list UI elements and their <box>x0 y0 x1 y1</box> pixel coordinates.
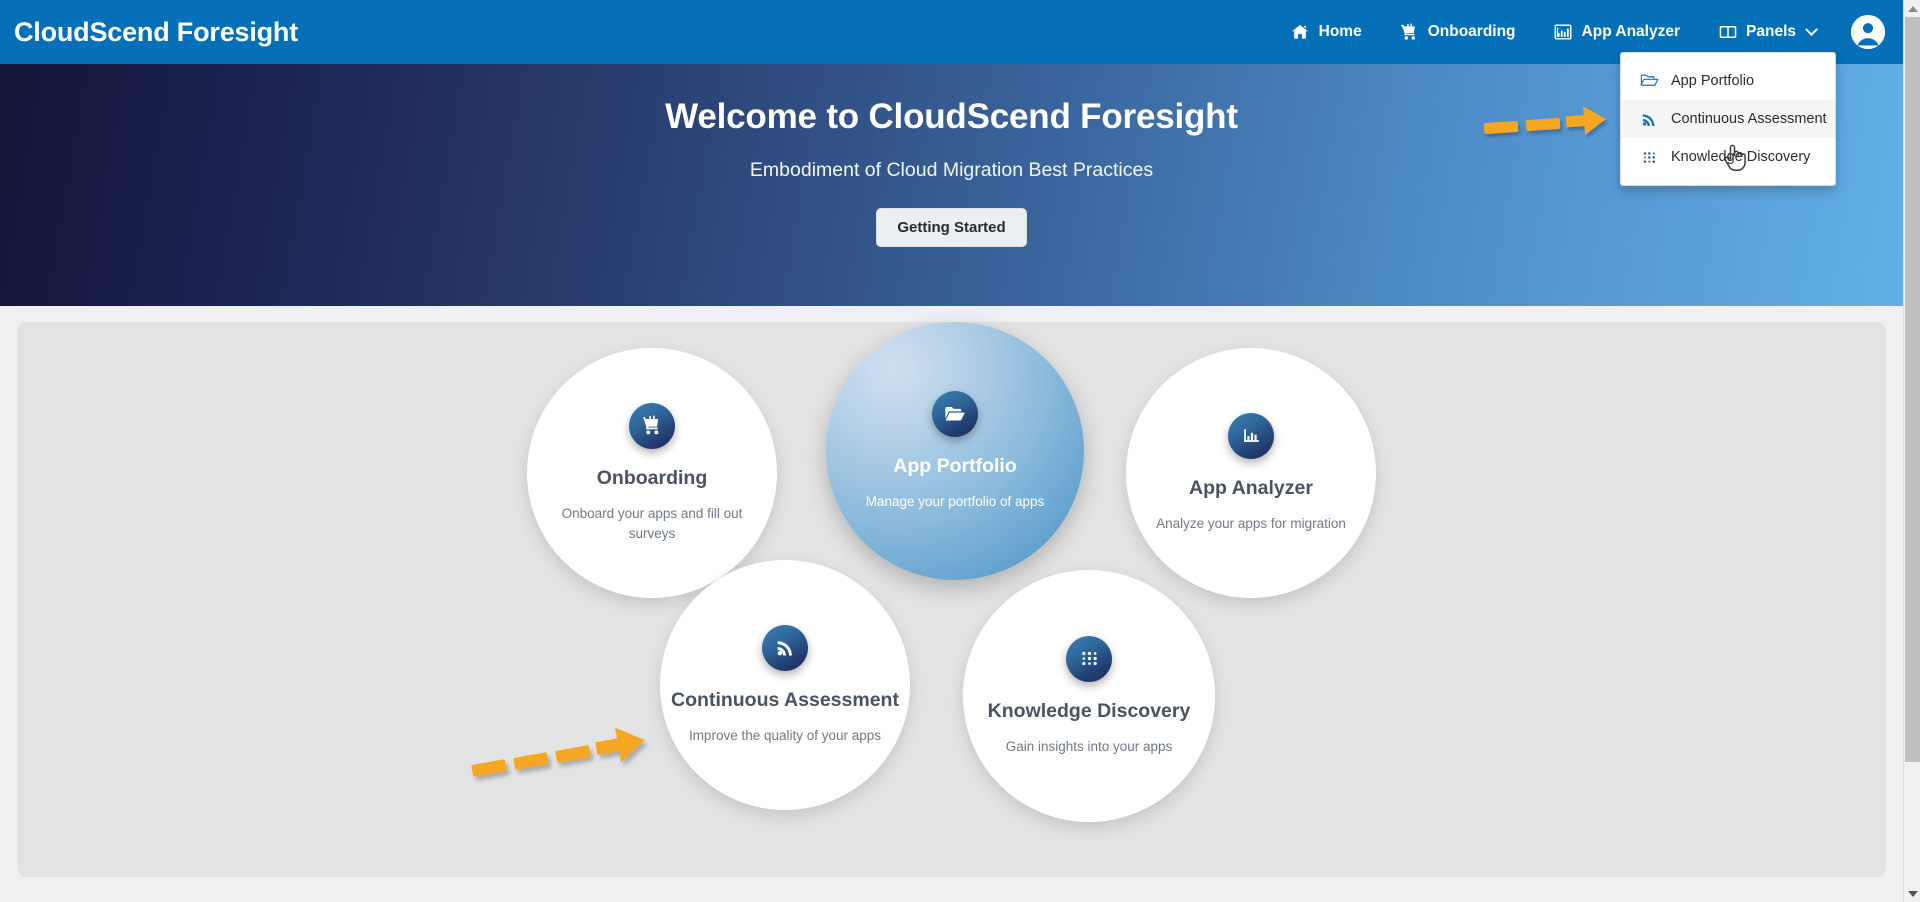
top-navbar: CloudScend Foresight Home Onboarding App… <box>0 0 1903 64</box>
nav-item-panels-label: Panels <box>1746 23 1796 41</box>
tile-knowledge-discovery-title: Knowledge Discovery <box>987 699 1191 722</box>
dropdown-item-knowledge-discovery[interactable]: Knowledge Discovery <box>1621 138 1835 176</box>
cart-icon <box>629 402 675 449</box>
dots-grid-icon <box>1066 635 1112 682</box>
panels-icon <box>1718 23 1737 42</box>
dropdown-item-app-portfolio-label: App Portfolio <box>1671 73 1755 89</box>
dropdown-item-knowledge-discovery-label: Knowledge Discovery <box>1671 149 1811 165</box>
tile-onboarding-description: Onboard your apps and fill out surveys <box>561 506 743 541</box>
home-icon <box>1291 23 1310 42</box>
tile-continuous-assessment-description: Improve the quality of your apps <box>688 727 882 743</box>
dropdown-item-app-portfolio[interactable]: App Portfolio <box>1621 62 1835 100</box>
hero-title: Welcome to CloudScend Foresight <box>665 97 1238 136</box>
nav-item-onboarding[interactable]: Onboarding <box>1381 0 1535 64</box>
app-brand-title: CloudScend Foresight <box>14 16 299 47</box>
app-root: CloudScend Foresight Home Onboarding App… <box>0 0 1920 902</box>
tile-knowledge-discovery[interactable]: Knowledge Discovery Gain insights into y… <box>963 570 1215 822</box>
bar-chart-icon <box>1554 23 1573 42</box>
folder-open-icon <box>1639 72 1659 90</box>
tile-app-analyzer-title: App Analyzer <box>1189 476 1313 499</box>
tile-continuous-assessment[interactable]: Continuous Assessment Improve the qualit… <box>660 560 910 810</box>
nav-item-app-analyzer-label: App Analyzer <box>1581 23 1681 41</box>
getting-started-button[interactable]: Getting Started <box>876 208 1027 247</box>
tile-app-portfolio-title: App Portfolio <box>893 454 1017 477</box>
bar-chart-icon <box>1228 412 1274 459</box>
rss-icon <box>1639 110 1659 128</box>
page-scrollbar[interactable] <box>1903 0 1920 902</box>
scroll-down-icon <box>1907 890 1918 897</box>
scrollbar-thumb[interactable] <box>1905 17 1920 762</box>
dots-grid-icon <box>1639 148 1659 166</box>
scroll-up-button[interactable] <box>1904 0 1920 17</box>
dropdown-item-continuous-assessment-label: Continuous Assessment <box>1671 111 1827 127</box>
scroll-down-button[interactable] <box>1904 885 1920 902</box>
user-avatar-icon <box>1851 15 1885 49</box>
tile-onboarding-title: Onboarding <box>596 466 708 489</box>
tile-app-portfolio[interactable]: App Portfolio Manage your portfolio of a… <box>826 322 1084 580</box>
tile-continuous-assessment-title: Continuous Assessment <box>671 688 899 711</box>
hero-subtitle: Embodiment of Cloud Migration Best Pract… <box>749 159 1154 181</box>
nav-item-home[interactable]: Home <box>1272 0 1381 64</box>
module-tiles: Onboarding Onboard your apps and fill ou… <box>0 322 1903 882</box>
user-avatar-button[interactable] <box>1851 15 1885 49</box>
nav-item-home-label: Home <box>1318 23 1362 41</box>
cart-icon <box>1400 23 1419 42</box>
folder-open-icon <box>932 390 978 437</box>
scroll-up-icon <box>1907 5 1918 12</box>
tile-app-analyzer-description: Analyze your apps for migration <box>1156 515 1346 531</box>
tile-onboarding[interactable]: Onboarding Onboard your apps and fill ou… <box>527 348 777 598</box>
nav-item-onboarding-label: Onboarding <box>1427 23 1516 41</box>
rss-icon <box>762 624 808 671</box>
dropdown-item-continuous-assessment[interactable]: Continuous Assessment <box>1621 100 1835 138</box>
hero-banner: Welcome to CloudScend Foresight Embodime… <box>0 64 1903 306</box>
tile-app-portfolio-description: Manage your portfolio of apps <box>865 493 1045 509</box>
tile-knowledge-discovery-description: Gain insights into your apps <box>1005 738 1173 754</box>
tile-app-analyzer[interactable]: App Analyzer Analyze your apps for migra… <box>1126 348 1376 598</box>
panels-dropdown-menu: App Portfolio Continuous Assessment Know… <box>1620 52 1836 186</box>
chevron-down-icon <box>1805 22 1818 36</box>
